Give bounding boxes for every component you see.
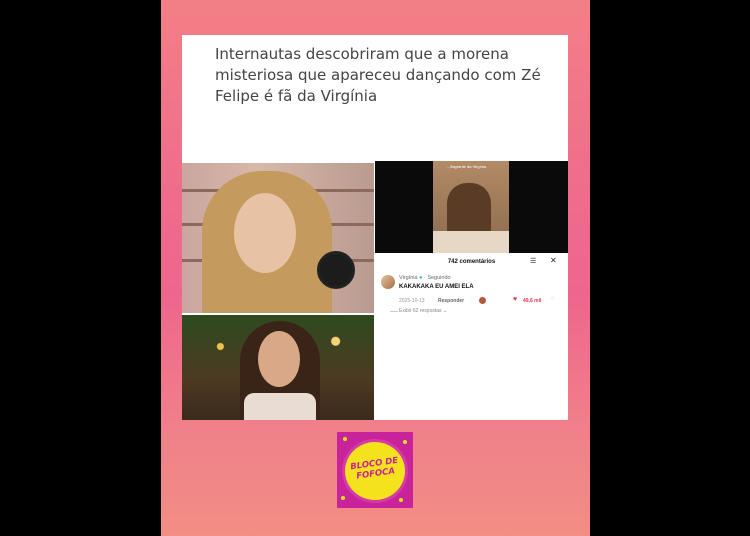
avatar[interactable] (381, 275, 395, 289)
comment-text: KAKAKAKA EU AMEI ELA (399, 284, 474, 290)
creator-like-avatar (479, 297, 486, 304)
verified-icon: ● (419, 275, 423, 281)
sort-icon[interactable]: ☰ (530, 257, 536, 265)
view-replies-link[interactable]: Exibir 62 respostas ⌄ (399, 308, 447, 314)
following-label: · Seguindo (423, 275, 451, 281)
photo-virginia (182, 163, 374, 313)
video-frame: ...flagrante da Virgínia (433, 161, 509, 253)
photo-mystery-woman (182, 315, 374, 420)
post-card: Internautas descobriram que a morena mis… (182, 35, 568, 420)
video-clip[interactable]: ...flagrante da Virgínia (375, 161, 568, 253)
divider (390, 311, 398, 312)
like-count: 49,6 mil (523, 298, 542, 304)
story-panel: Internautas descobriram que a morena mis… (161, 0, 590, 536)
author-name: Virgínia (399, 275, 418, 281)
heart-icon[interactable]: ♥ (513, 296, 517, 303)
video-overlay-text: ...flagrante da Virgínia (447, 164, 487, 169)
close-icon[interactable]: ✕ (550, 256, 557, 265)
comment-date: 2025-10-13 (399, 298, 425, 304)
bloco-de-fofoca-logo: BLOCO DE FOFOCA (337, 432, 413, 508)
ring-light-icon (317, 251, 355, 289)
headline: Internautas descobriram que a morena mis… (215, 45, 541, 105)
reply-button[interactable]: Responder (438, 298, 464, 304)
comment-icon[interactable]: ◌ (551, 296, 555, 302)
comments-sheet: 742 comentários ☰ ✕ Virgínia ● · Seguind… (375, 253, 568, 420)
comments-count: 742 comentários (447, 259, 496, 265)
comment-author[interactable]: Virgínia ● · Seguindo (399, 275, 451, 281)
